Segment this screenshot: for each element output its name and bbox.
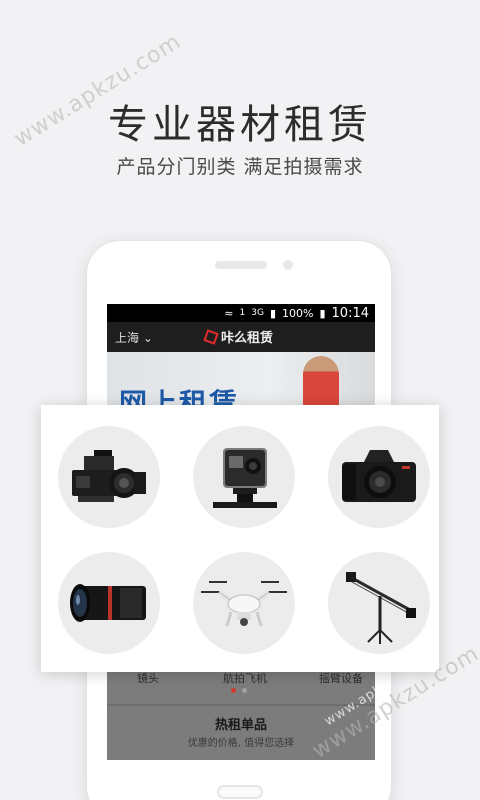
home-button[interactable] bbox=[217, 785, 263, 799]
category-label-lens: 镜头 bbox=[137, 672, 159, 685]
battery-icon: ▮ bbox=[319, 306, 326, 320]
network-indicator: 3G bbox=[251, 308, 264, 318]
pager-dot[interactable] bbox=[242, 688, 247, 693]
category-label-drone: 航拍飞机 bbox=[223, 672, 267, 685]
drone-icon bbox=[201, 581, 287, 627]
category-dslr-camera[interactable] bbox=[328, 426, 430, 528]
banner-person-image bbox=[303, 356, 339, 408]
pager-dots bbox=[231, 688, 247, 693]
category-drone[interactable] bbox=[193, 552, 295, 654]
sim-indicator: 1 bbox=[239, 308, 246, 318]
city-label: 上海 bbox=[115, 331, 140, 345]
pager-dot[interactable] bbox=[231, 688, 236, 693]
dslr-camera-icon bbox=[342, 450, 416, 502]
category-label-crane: 摇臂设备 bbox=[319, 672, 363, 685]
signal-icon: ▮ bbox=[269, 306, 277, 320]
app-name: 咔么租赁 bbox=[221, 331, 274, 346]
wifi-icon: ≈ bbox=[224, 306, 234, 320]
clock: 10:14 bbox=[331, 305, 369, 321]
action-camera-icon bbox=[213, 448, 277, 508]
city-selector[interactable]: 上海 ⌄ bbox=[115, 329, 153, 346]
subline: 产品分门别类 满足拍摄需求 bbox=[116, 156, 364, 178]
category-camera-crane[interactable] bbox=[328, 552, 430, 654]
logo-icon bbox=[203, 328, 219, 345]
cinema-camera-icon bbox=[72, 450, 146, 502]
app-bar: 上海 ⌄ 咔么租赁 bbox=[107, 322, 375, 352]
category-lens[interactable] bbox=[58, 552, 160, 654]
status-bar: ≈ 1 3G ▮ 100% ▮ 10:14 bbox=[107, 304, 375, 322]
lens-icon bbox=[70, 584, 146, 622]
promo-banner[interactable]: 网上租赁 bbox=[107, 352, 375, 420]
battery-level: 100% bbox=[282, 306, 314, 320]
speaker bbox=[215, 261, 267, 269]
category-action-camera[interactable] bbox=[193, 426, 295, 528]
camera-crane-icon bbox=[346, 572, 416, 644]
chevron-down-icon: ⌄ bbox=[142, 331, 153, 345]
headline: 专业器材租赁 bbox=[108, 102, 372, 148]
category-grid-card bbox=[41, 405, 439, 672]
category-cinema-camera[interactable] bbox=[58, 426, 160, 528]
divider bbox=[107, 704, 375, 706]
app-logo: 咔么租赁 bbox=[203, 327, 274, 346]
front-camera-icon bbox=[283, 260, 293, 270]
